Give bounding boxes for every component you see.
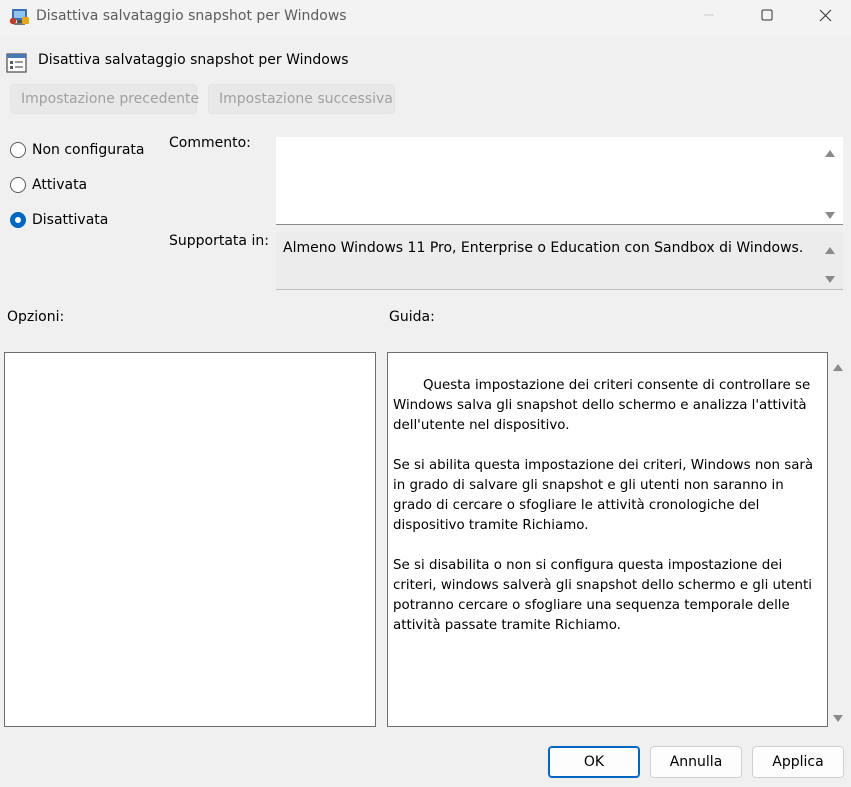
next-setting-button[interactable]: Impostazione successiva	[208, 84, 395, 114]
help-paragraph: Questa impostazione dei criteri consente…	[393, 378, 811, 433]
options-pane	[4, 352, 376, 727]
radio-not-configured[interactable]: Non configurata	[10, 139, 144, 161]
cancel-button[interactable]: Annulla	[650, 746, 742, 778]
previous-setting-button[interactable]: Impostazione precedente	[10, 84, 199, 114]
supported-label: Supportata in:	[169, 233, 269, 249]
help-paragraph: Se si abilita questa impostazione dei cr…	[393, 458, 814, 533]
scroll-up-arrow-icon[interactable]	[824, 146, 836, 157]
scroll-down-arrow-icon[interactable]	[824, 273, 836, 283]
help-paragraph: Se si disabilita o non si configura ques…	[393, 558, 812, 633]
supported-value: Almeno Windows 11 Pro, Enterprise o Educ…	[283, 240, 804, 256]
scroll-up-arrow-icon[interactable]	[824, 243, 836, 254]
close-icon	[819, 9, 832, 26]
apply-button[interactable]: Applica	[752, 746, 844, 778]
minimize-icon	[703, 9, 715, 25]
radio-indicator	[10, 142, 26, 158]
options-label: Opzioni:	[7, 309, 65, 325]
group-policy-app-icon	[9, 8, 31, 26]
comment-label: Commento:	[169, 135, 251, 151]
policy-title: Disattiva salvataggio snapshot per Windo…	[38, 52, 349, 68]
radio-label: Attivata	[32, 177, 88, 193]
scroll-down-arrow-icon[interactable]	[832, 712, 844, 722]
radio-label: Disattivata	[32, 212, 109, 228]
help-text: Questa impostazione dei criteri consente…	[393, 376, 823, 656]
policy-setting-icon	[6, 52, 28, 74]
scroll-down-arrow-icon[interactable]	[824, 209, 836, 219]
radio-indicator	[10, 177, 26, 193]
maximize-icon	[761, 9, 773, 25]
help-label: Guida:	[389, 309, 435, 325]
radio-disabled[interactable]: Disattivata	[10, 209, 108, 231]
maximize-button[interactable]	[744, 0, 790, 34]
minimize-button[interactable]	[686, 0, 732, 34]
ok-button[interactable]: OK	[548, 746, 640, 778]
radio-enabled[interactable]: Attivata	[10, 174, 87, 196]
radio-indicator-selected	[10, 212, 26, 228]
radio-label: Non configurata	[32, 142, 145, 158]
window-title: Disattiva salvataggio snapshot per Windo…	[36, 8, 347, 24]
comment-textarea[interactable]	[276, 137, 843, 225]
close-button[interactable]	[802, 0, 848, 34]
scroll-up-arrow-icon[interactable]	[832, 360, 844, 371]
